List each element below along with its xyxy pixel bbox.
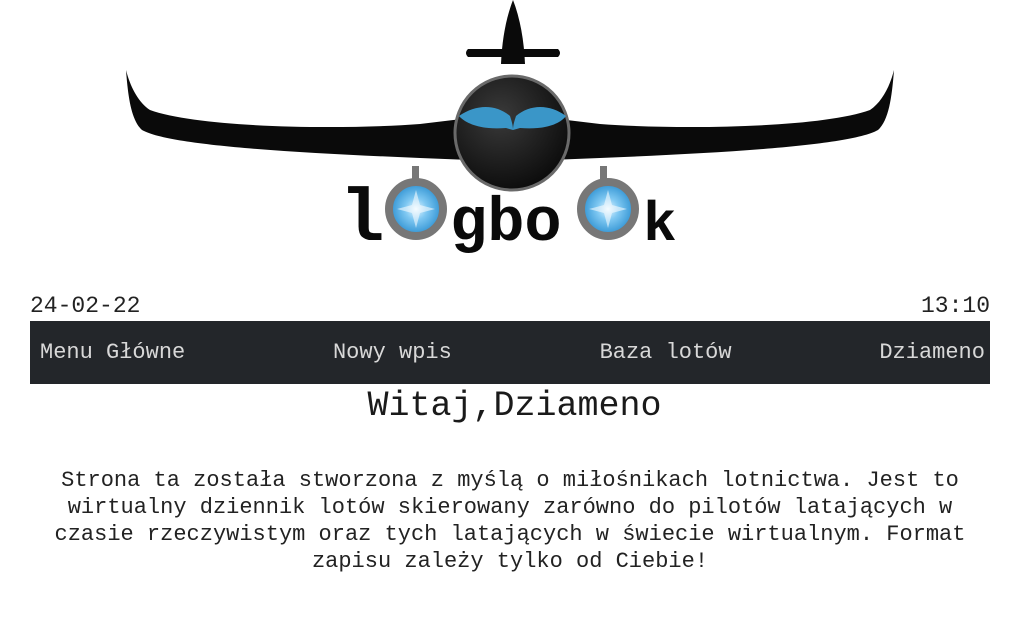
main-navigation: Menu Główne Nowy wpis Baza lotów Dziamen… [30,321,990,384]
nav-new-entry[interactable]: Nowy wpis [333,340,452,365]
current-date: 24-02-22 [30,293,141,319]
logo-letters-gbo: gbo [450,188,562,259]
logbook-logo: l gbo k [0,0,1029,270]
right-wing [550,70,894,160]
current-time: 13:10 [920,293,990,319]
left-wing [126,70,470,160]
intro-paragraph: Strona ta została stworzona z myślą o mi… [54,468,966,574]
date-time-bar: 24-02-22 13:10 [30,292,990,320]
nav-user-account[interactable]: Dziameno [879,340,985,365]
logo-letter-k: k [643,193,677,257]
cockpit-body [453,74,571,192]
nav-flight-database[interactable]: Baza lotów [600,340,732,365]
airplane-logo-graphic: l gbo k [126,0,894,263]
horizontal-stabilizer [466,49,560,57]
nav-main-menu[interactable]: Menu Główne [40,340,185,365]
welcome-heading: Witaj,Dziameno [367,386,662,426]
logo-letter-l: l [340,179,384,263]
